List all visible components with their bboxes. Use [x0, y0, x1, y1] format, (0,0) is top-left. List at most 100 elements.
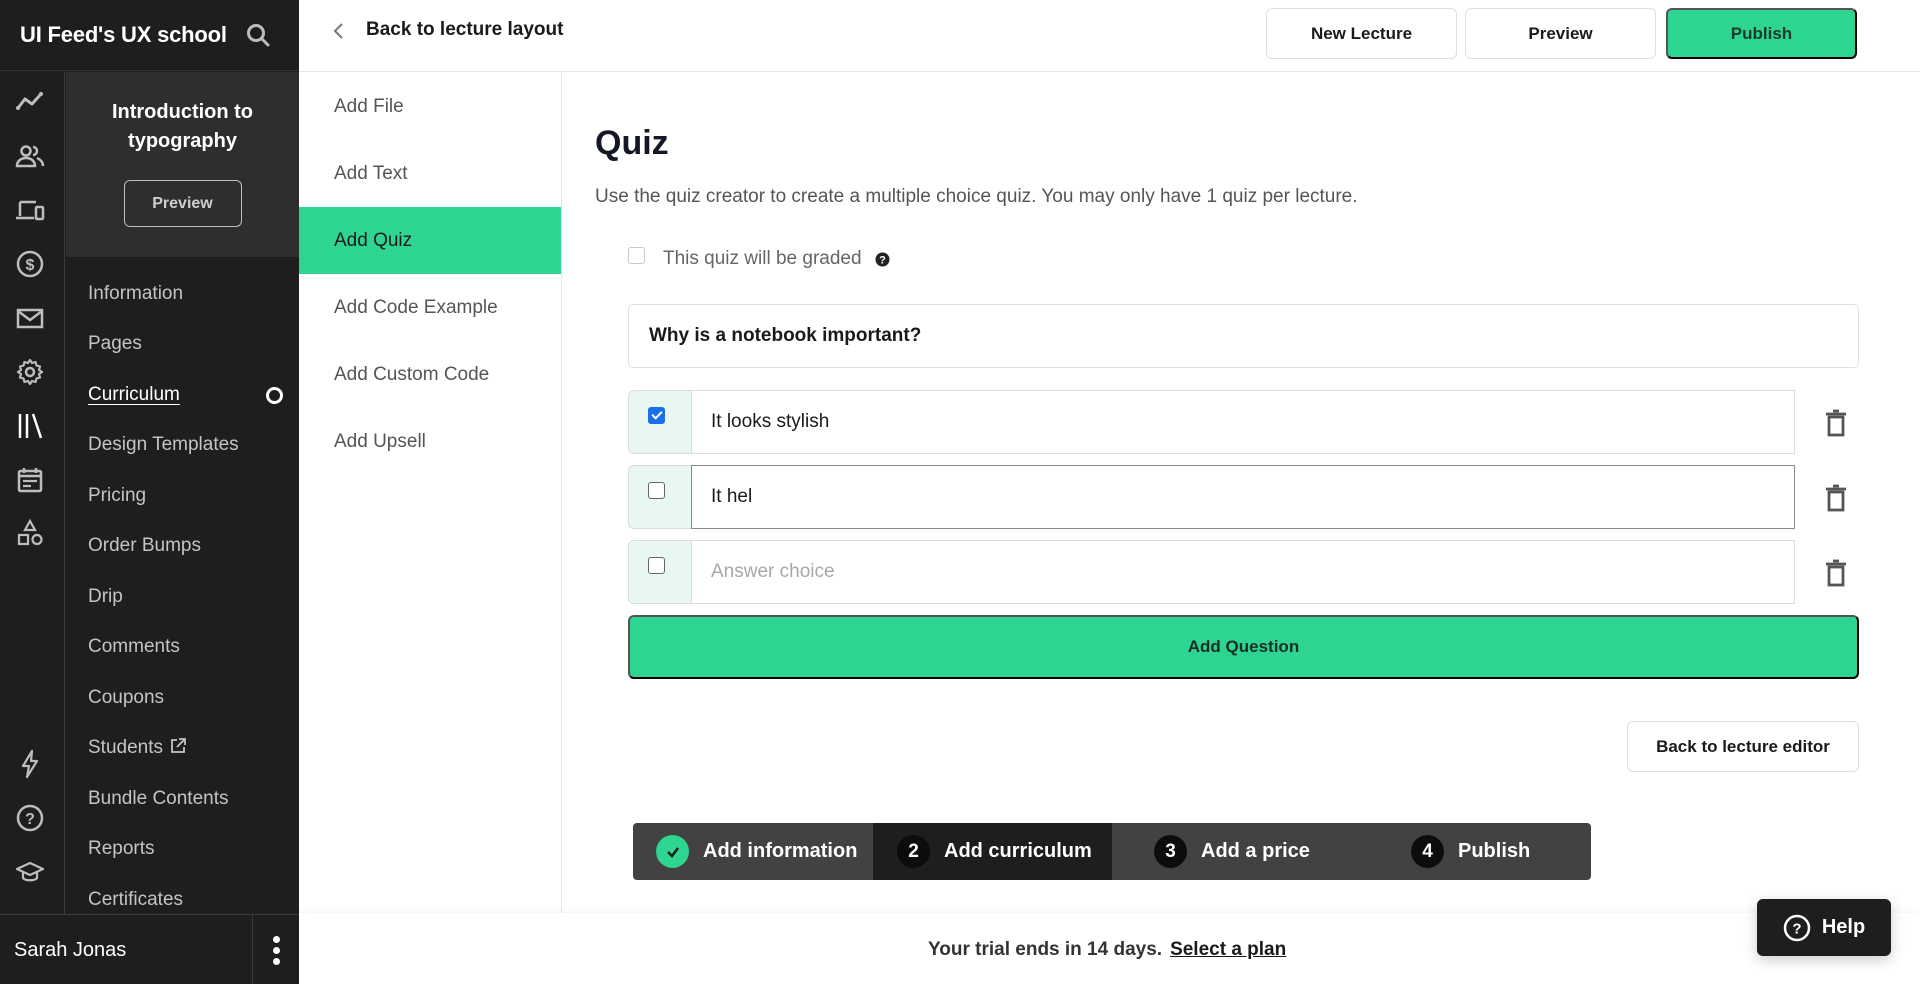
correct-answer-toggle — [628, 540, 691, 604]
step-label: Publish — [1458, 840, 1531, 862]
gear-icon[interactable] — [14, 356, 46, 388]
answer-input[interactable] — [691, 465, 1795, 529]
step-number: 2 — [897, 835, 930, 868]
nav-item-curriculum[interactable]: Curriculum — [88, 384, 180, 406]
user-bar: Sarah Jonas — [0, 914, 299, 984]
svg-text:?: ? — [1792, 920, 1801, 937]
step-publish[interactable]: 4 Publish — [1370, 823, 1591, 880]
help-tooltip-icon[interactable]: ? — [875, 252, 890, 267]
shapes-icon[interactable] — [14, 518, 46, 550]
nav-item-coupons[interactable]: Coupons — [88, 687, 164, 709]
svg-text:$: $ — [26, 257, 35, 274]
answer-row — [628, 390, 1920, 454]
graded-label: This quiz will be graded — [663, 248, 862, 269]
graded-checkbox[interactable] — [628, 246, 645, 264]
calendar-icon[interactable] — [14, 464, 46, 496]
nav-item-information[interactable]: Information — [88, 283, 183, 305]
trial-banner: Your trial ends in 14 days. Select a plan — [299, 913, 1920, 984]
trash-icon[interactable] — [1822, 483, 1850, 513]
sidebar: UI Feed's UX school $ ? Introduction to … — [0, 0, 299, 984]
nav-item-pages[interactable]: Pages — [88, 333, 142, 355]
help-circle-icon: ? — [1783, 914, 1811, 941]
setup-progress-steps: Add information 2 Add curriculum 3 Add a… — [633, 823, 1591, 880]
back-to-lecture-layout-link[interactable]: Back to lecture layout — [329, 18, 563, 42]
step-add-a-price[interactable]: 3 Add a price — [1112, 823, 1370, 880]
step-add-curriculum[interactable]: 2 Add curriculum — [873, 823, 1112, 880]
answer-input[interactable] — [691, 540, 1795, 604]
menu-add-upsell[interactable]: Add Upsell — [299, 408, 561, 475]
analytics-icon[interactable] — [14, 86, 46, 118]
answer-row — [628, 540, 1920, 604]
menu-add-custom-code[interactable]: Add Custom Code — [299, 341, 561, 408]
question-input[interactable]: Why is a notebook important? — [628, 304, 1859, 368]
search-icon[interactable] — [245, 22, 271, 48]
add-question-button[interactable]: Add Question — [628, 615, 1859, 679]
kebab-menu-icon — [272, 935, 280, 965]
back-label: Back to lecture layout — [366, 19, 564, 40]
trash-icon[interactable] — [1822, 558, 1850, 588]
nav-item-design-templates[interactable]: Design Templates — [88, 434, 239, 456]
menu-add-text[interactable]: Add Text — [299, 140, 561, 207]
trial-message: Your trial ends in 14 days. Select a plan — [928, 939, 1286, 961]
step-number: 3 — [1154, 835, 1187, 868]
back-to-lecture-editor-button[interactable]: Back to lecture editor — [1627, 721, 1859, 772]
step-label: Add curriculum — [944, 840, 1092, 862]
step-label: Add information — [703, 840, 858, 862]
graduation-cap-icon[interactable] — [14, 856, 46, 888]
trash-icon[interactable] — [1822, 408, 1850, 438]
content-type-menu: Add File Add Text Add Quiz Add Code Exam… — [299, 72, 562, 914]
nav-item-students-label: Students — [88, 737, 163, 758]
answer-input[interactable] — [691, 390, 1795, 454]
preview-button[interactable]: Preview — [1465, 8, 1656, 59]
help-label: Help — [1821, 916, 1866, 938]
step-add-information[interactable]: Add information — [633, 823, 873, 880]
course-preview-button[interactable]: Preview — [123, 180, 242, 227]
chevron-left-icon — [329, 18, 349, 42]
top-bar: Back to lecture layout New Lecture Previ… — [299, 0, 1920, 72]
nav-item-reports[interactable]: Reports — [88, 838, 155, 860]
svg-text:?: ? — [25, 811, 35, 828]
help-circle-icon[interactable]: ? — [14, 802, 46, 834]
active-indicator-icon — [266, 387, 283, 404]
course-panel: Introduction to typography Preview — [66, 72, 299, 257]
nav-item-bundle-contents[interactable]: Bundle Contents — [88, 788, 229, 810]
icon-rail: $ ? — [0, 72, 65, 914]
library-icon[interactable] — [14, 410, 46, 442]
menu-add-quiz[interactable]: Add Quiz — [299, 207, 561, 274]
svg-text:?: ? — [879, 254, 886, 266]
course-title: Introduction to typography — [111, 101, 254, 152]
answer-row — [628, 465, 1920, 529]
nav-item-order-bumps[interactable]: Order Bumps — [88, 535, 201, 557]
help-button[interactable]: ? Help — [1757, 899, 1891, 956]
dollar-icon[interactable]: $ — [14, 248, 46, 280]
devices-icon[interactable] — [14, 194, 46, 226]
quiz-description: Use the quiz creator to create a multipl… — [595, 186, 1358, 207]
course-nav: Information Pages Curriculum Design Temp… — [66, 257, 299, 914]
nav-item-pricing[interactable]: Pricing — [88, 485, 146, 507]
nav-item-students[interactable]: Students — [88, 737, 187, 759]
users-icon[interactable] — [14, 140, 46, 172]
correct-checkbox[interactable] — [648, 407, 665, 424]
check-icon — [656, 835, 689, 868]
menu-add-code-example[interactable]: Add Code Example — [299, 274, 561, 341]
brand-header: UI Feed's UX school — [0, 0, 299, 71]
trial-text: Your trial ends in 14 days. — [928, 939, 1163, 960]
menu-add-file[interactable]: Add File — [299, 73, 561, 140]
correct-answer-toggle — [628, 465, 691, 529]
correct-checkbox[interactable] — [648, 482, 665, 499]
correct-answer-toggle — [628, 390, 691, 454]
user-name[interactable]: Sarah Jonas — [14, 915, 126, 984]
new-lecture-button[interactable]: New Lecture — [1266, 8, 1457, 59]
select-plan-link[interactable]: Select a plan — [1170, 939, 1286, 960]
publish-button[interactable]: Publish — [1666, 8, 1857, 59]
nav-item-certificates[interactable]: Certificates — [88, 889, 183, 911]
nav-item-comments[interactable]: Comments — [88, 636, 180, 658]
graded-option[interactable]: This quiz will be graded ? — [628, 246, 890, 270]
mail-icon[interactable] — [14, 302, 46, 334]
lightning-icon[interactable] — [14, 748, 46, 780]
correct-checkbox[interactable] — [648, 557, 665, 574]
page-title: Quiz — [595, 124, 669, 162]
user-menu-button[interactable] — [252, 915, 299, 984]
nav-item-drip[interactable]: Drip — [88, 586, 123, 608]
step-label: Add a price — [1201, 840, 1310, 862]
